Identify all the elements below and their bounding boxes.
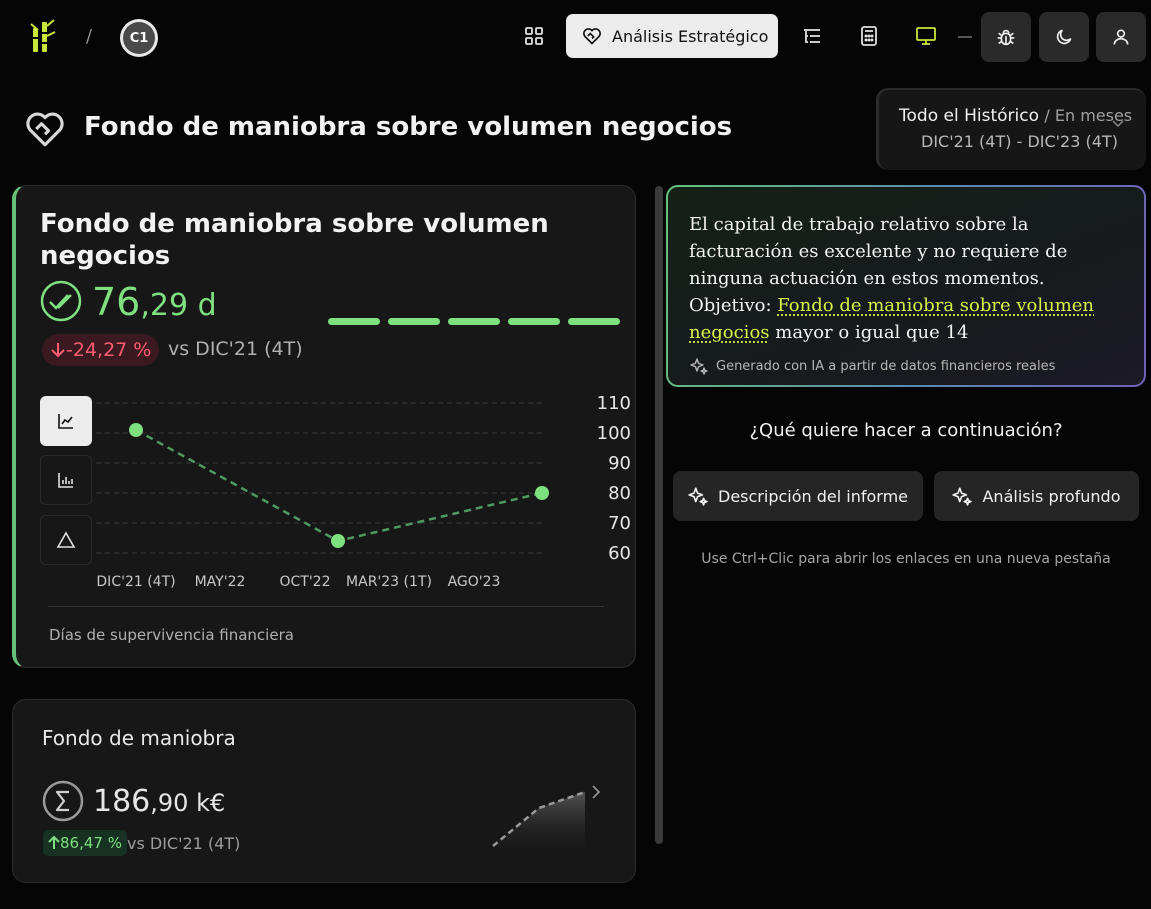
y-tick-label: 110	[597, 393, 631, 414]
scrollbar[interactable]	[655, 186, 663, 844]
period-dates: DIC'21 (4T) - DIC'23 (4T)	[921, 132, 1118, 151]
chevron-right-icon[interactable]	[591, 784, 601, 800]
x-tick-label: MAY'22	[195, 574, 246, 590]
arrow-up-icon	[48, 836, 60, 849]
kpi-main-card: Fondo de maniobra sobre volumen negocios…	[12, 185, 636, 668]
period-range: Todo el Histórico / En meses	[899, 106, 1132, 126]
sparkles-icon	[952, 487, 973, 506]
score-segment	[328, 318, 380, 325]
insight-footer: Generado con IA a partir de datos financ…	[690, 357, 1055, 375]
arrow-down-icon	[51, 343, 65, 358]
card-divider	[48, 606, 604, 607]
data-point[interactable]	[535, 486, 549, 500]
data-point[interactable]	[331, 534, 345, 548]
kpi-delta-badge: -24,27 %	[42, 334, 160, 366]
sparkles-icon	[690, 358, 708, 375]
secondary-value: 186,90 k€	[93, 784, 225, 819]
report-description-label: Descripción del informe	[718, 486, 908, 506]
company-initials: C1	[123, 22, 155, 54]
period-range-label: Todo el Histórico	[899, 106, 1039, 126]
bamboo-logo-icon[interactable]	[28, 18, 58, 54]
insight-footer-text: Generado con IA a partir de datos financ…	[716, 358, 1056, 374]
kpi-footer: Días de supervivencia financiera	[49, 626, 294, 644]
sparkles-icon	[688, 487, 708, 506]
x-tick-label: MAR'23 (1T)	[346, 574, 432, 590]
ai-insight-card: El capital de trabajo relativo sobre la …	[666, 185, 1146, 387]
score-segment	[448, 318, 500, 325]
user-icon	[1113, 29, 1129, 45]
score-segment	[388, 318, 440, 325]
sparkline	[492, 790, 586, 860]
kpi-line-chart: 110 100 90 80 70 60 DIC'21 (4T) MAY'22 OCT'22 MAR…	[96, 393, 631, 590]
series-line	[135, 428, 543, 543]
calculator-icon[interactable]	[857, 22, 881, 50]
kpi-value: 76,29 d	[92, 280, 217, 324]
x-tick-label: DIC'21 (4T)	[96, 574, 175, 590]
report-description-button[interactable]: Descripción del informe	[673, 471, 923, 521]
secondary-delta-value: 86,47 %	[60, 834, 122, 852]
chevron-down-icon	[1112, 120, 1124, 128]
dashboard-grid-icon[interactable]	[522, 22, 546, 50]
x-tick-label: OCT'22	[279, 574, 330, 590]
deep-analysis-button[interactable]: Análisis profundo	[934, 471, 1139, 521]
company-avatar[interactable]: C1	[120, 19, 158, 57]
list-tree-icon[interactable]	[800, 22, 824, 50]
score-segment	[508, 318, 560, 325]
heart-handshake-icon	[583, 28, 601, 45]
ctrl-click-hint: Use Ctrl+Clic para abrir los enlaces en …	[701, 551, 1111, 567]
data-point[interactable]	[129, 423, 143, 437]
next-step-question: ¿Qué quiere hacer a continuación?	[749, 420, 1063, 441]
bar-chart-icon	[58, 473, 73, 488]
toolbar-divider	[958, 36, 972, 38]
x-tick-label: AGO'23	[448, 574, 501, 590]
insight-text-after: mayor o igual que 14	[769, 322, 969, 343]
y-tick-label: 90	[608, 453, 631, 474]
user-profile-button[interactable]	[1096, 12, 1146, 62]
dark-mode-button[interactable]	[1039, 12, 1089, 62]
tab-label: Análisis Estratégico	[612, 26, 769, 46]
y-tick-label: 100	[597, 423, 631, 444]
sigma-icon	[42, 780, 84, 822]
y-tick-label: 70	[608, 513, 631, 534]
secondary-delta-badge: 86,47 %	[43, 830, 127, 856]
top-bar: / C1 Análisis Estratégico	[0, 0, 1151, 76]
presentation-icon[interactable]	[914, 22, 938, 50]
y-tick-label: 80	[608, 483, 631, 504]
breadcrumb-separator: /	[86, 26, 93, 47]
kpi-secondary-card[interactable]: Fondo de maniobra 186,90 k€ 86,47 % vs D…	[12, 699, 636, 883]
period-selector[interactable]: Todo el Histórico / En meses DIC'21 (4T)…	[876, 88, 1146, 170]
kpi-score-segments	[328, 318, 620, 325]
heart-handshake-icon	[24, 108, 66, 150]
page-title: Fondo de maniobra sobre volumen negocios	[84, 112, 733, 142]
secondary-title: Fondo de maniobra	[42, 726, 236, 750]
kpi-title: Fondo de maniobra sobre volumen negocios	[40, 209, 549, 271]
moon-icon	[1056, 29, 1072, 45]
score-segment	[568, 318, 620, 325]
tab-analisis-estrategico[interactable]: Análisis Estratégico	[566, 14, 778, 58]
deep-analysis-label: Análisis profundo	[982, 486, 1121, 506]
secondary-value-dec: ,90 k€	[150, 789, 226, 817]
bug-report-button[interactable]	[981, 12, 1031, 62]
secondary-delta-comparison: vs DIC'21 (4T)	[127, 834, 241, 853]
secondary-value-int: 186	[93, 784, 151, 819]
kpi-value-dec: ,29 d	[140, 288, 217, 323]
kpi-delta-value: -24,27 %	[66, 339, 152, 361]
kpi-value-int: 76	[92, 280, 141, 324]
line-chart-icon	[58, 414, 73, 429]
check-double-icon	[40, 280, 82, 322]
insight-text: El capital de trabajo relativo sobre la …	[689, 211, 1124, 346]
triangle-icon	[56, 531, 76, 548]
kpi-delta-comparison: vs DIC'21 (4T)	[168, 338, 303, 360]
bug-icon	[997, 29, 1015, 46]
y-tick-label: 60	[608, 543, 631, 564]
